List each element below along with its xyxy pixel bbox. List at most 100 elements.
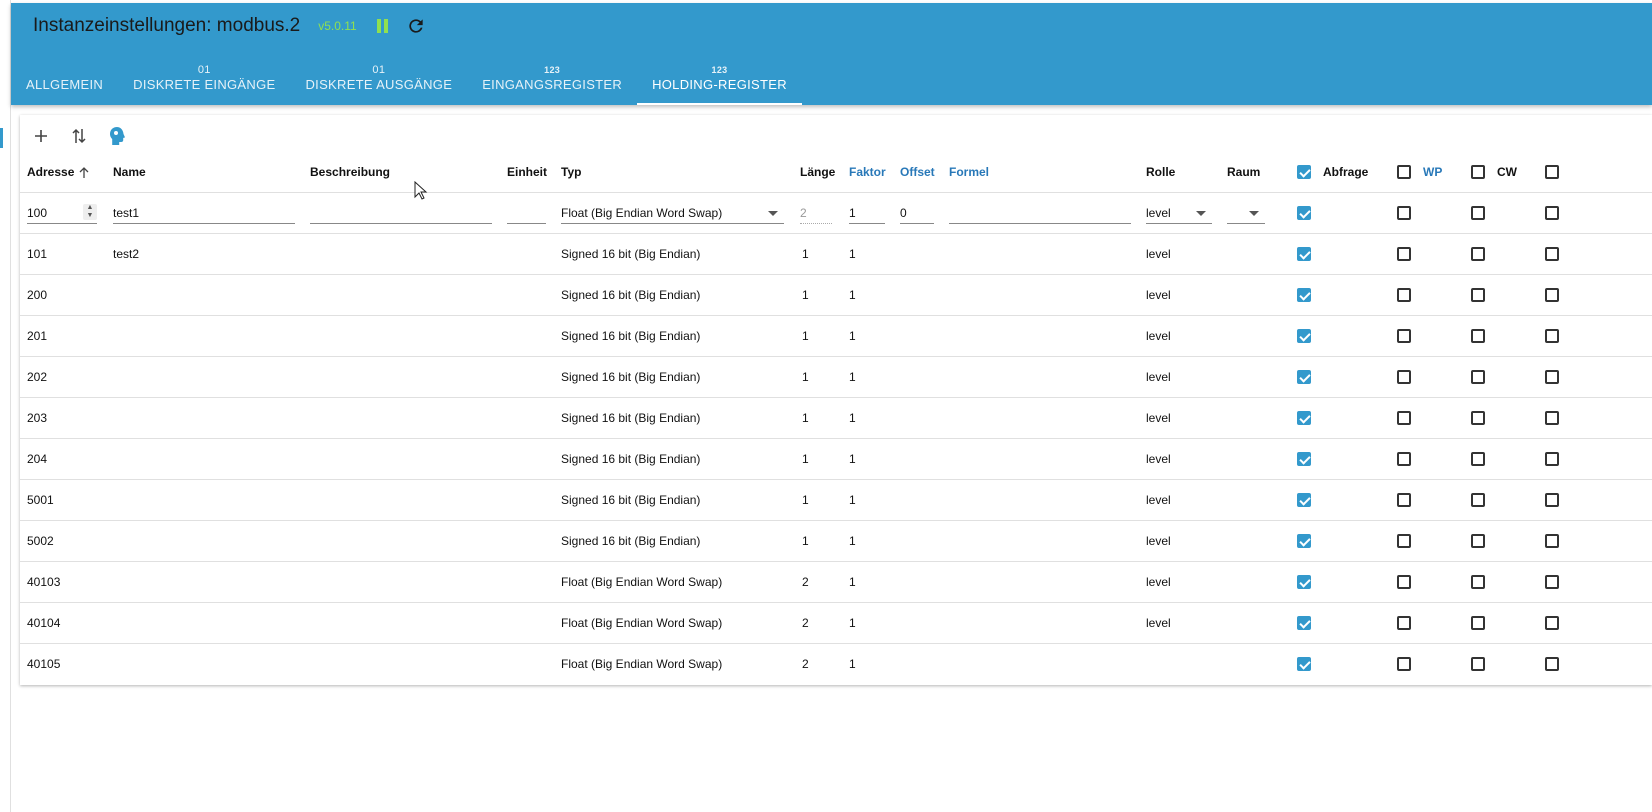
cw-all-checkbox[interactable] xyxy=(1471,165,1485,180)
extra-checkbox[interactable] xyxy=(1545,206,1559,221)
poll-checkbox[interactable] xyxy=(1297,575,1311,590)
cw-checkbox[interactable] xyxy=(1471,575,1485,590)
description-input[interactable] xyxy=(310,202,492,224)
col-unit[interactable]: Einheit xyxy=(507,152,561,193)
sort-ascending-icon[interactable] xyxy=(78,166,90,179)
tab-holding-register[interactable]: 123 HOLDING-REGISTER xyxy=(637,49,802,105)
extra-checkbox[interactable] xyxy=(1545,370,1559,385)
extra-checkbox[interactable] xyxy=(1545,411,1559,426)
length-cell: 1 xyxy=(800,520,849,562)
poll-checkbox[interactable] xyxy=(1297,329,1311,344)
table-row[interactable]: 204 Signed 16 bit (Big Endian) 1 1 level xyxy=(20,438,1652,480)
poll-checkbox[interactable] xyxy=(1297,534,1311,549)
poll-checkbox[interactable] xyxy=(1297,288,1311,303)
extra-checkbox[interactable] xyxy=(1545,247,1559,262)
formula-input[interactable] xyxy=(949,202,1131,224)
length-cell: 2 xyxy=(800,602,849,644)
tab-eingangsregister[interactable]: 123 EINGANGSREGISTER xyxy=(467,49,637,105)
poll-checkbox[interactable] xyxy=(1297,206,1311,221)
poll-checkbox[interactable] xyxy=(1297,493,1311,508)
table-row[interactable]: 40103 Float (Big Endian Word Swap) 2 1 level xyxy=(20,561,1652,603)
col-factor[interactable]: Faktor xyxy=(849,152,900,193)
col-description[interactable]: Beschreibung xyxy=(310,152,507,193)
room-select[interactable] xyxy=(1227,202,1265,224)
col-offset[interactable]: Offset xyxy=(900,152,949,193)
table-row[interactable]: 5001 Signed 16 bit (Big Endian) 1 1 level xyxy=(20,479,1652,521)
poll-checkbox[interactable] xyxy=(1297,616,1311,631)
cw-checkbox[interactable] xyxy=(1471,452,1485,467)
tab-allgemein[interactable]: ALLGEMEIN xyxy=(11,49,118,105)
table-row[interactable]: 200 Signed 16 bit (Big Endian) 1 1 level xyxy=(20,274,1652,316)
wp-checkbox[interactable] xyxy=(1397,370,1411,385)
poll-checkbox[interactable] xyxy=(1297,452,1311,467)
wp-checkbox[interactable] xyxy=(1397,288,1411,303)
wp-all-checkbox[interactable] xyxy=(1397,165,1411,180)
extra-checkbox[interactable] xyxy=(1545,534,1559,549)
poll-all-checkbox[interactable] xyxy=(1297,165,1311,180)
tab-diskrete-ausgänge[interactable]: 01 DISKRETE AUSGÄNGE xyxy=(290,49,467,105)
cw-checkbox[interactable] xyxy=(1471,534,1485,549)
cw-checkbox[interactable] xyxy=(1471,288,1485,303)
extra-checkbox[interactable] xyxy=(1545,288,1559,303)
table-row[interactable]: 203 Signed 16 bit (Big Endian) 1 1 level xyxy=(20,397,1652,439)
cw-checkbox[interactable] xyxy=(1471,411,1485,426)
col-address[interactable]: Adresse xyxy=(20,152,113,193)
extra-checkbox[interactable] xyxy=(1545,575,1559,590)
table-row[interactable]: 40104 Float (Big Endian Word Swap) 2 1 level xyxy=(20,602,1652,644)
refresh-icon[interactable] xyxy=(406,16,426,36)
col-role[interactable]: Rolle xyxy=(1146,152,1227,193)
extra-checkbox[interactable] xyxy=(1545,657,1559,672)
col-name[interactable]: Name xyxy=(113,152,310,193)
address-value: 100 xyxy=(27,206,48,220)
extra-checkbox[interactable] xyxy=(1545,616,1559,631)
table-row[interactable]: 202 Signed 16 bit (Big Endian) 1 1 level xyxy=(20,356,1652,398)
table-row[interactable]: 5002 Signed 16 bit (Big Endian) 1 1 level xyxy=(20,520,1652,562)
col-length[interactable]: Länge xyxy=(800,152,849,193)
cw-checkbox[interactable] xyxy=(1471,370,1485,385)
poll-checkbox[interactable] xyxy=(1297,370,1311,385)
cw-checkbox[interactable] xyxy=(1471,206,1485,221)
wp-checkbox[interactable] xyxy=(1397,206,1411,221)
poll-checkbox[interactable] xyxy=(1297,247,1311,262)
cw-checkbox[interactable] xyxy=(1471,657,1485,672)
tab-diskrete-eingänge[interactable]: 01 DISKRETE EINGÄNGE xyxy=(118,49,290,105)
poll-checkbox[interactable] xyxy=(1297,657,1311,672)
wp-checkbox[interactable] xyxy=(1397,575,1411,590)
wp-checkbox[interactable] xyxy=(1397,493,1411,508)
extra-all-checkbox[interactable] xyxy=(1545,165,1559,180)
wp-checkbox[interactable] xyxy=(1397,452,1411,467)
stepper-icon[interactable]: ▲ ▼ xyxy=(83,204,97,220)
factor-input[interactable]: 1 xyxy=(849,202,885,224)
name-input[interactable]: test1 xyxy=(113,202,295,224)
wp-checkbox[interactable] xyxy=(1397,534,1411,549)
wp-checkbox[interactable] xyxy=(1397,329,1411,344)
extra-checkbox[interactable] xyxy=(1545,493,1559,508)
add-button[interactable] xyxy=(28,123,54,149)
import-export-button[interactable] xyxy=(66,123,92,149)
type-select[interactable]: Float (Big Endian Word Swap) xyxy=(561,202,784,224)
col-formula[interactable]: Formel xyxy=(949,152,1146,193)
wp-checkbox[interactable] xyxy=(1397,247,1411,262)
wp-checkbox[interactable] xyxy=(1397,616,1411,631)
pause-icon[interactable] xyxy=(376,19,388,33)
role-select[interactable]: level xyxy=(1146,202,1212,224)
cw-checkbox[interactable] xyxy=(1471,493,1485,508)
ai-head-button[interactable] xyxy=(104,123,130,149)
poll-checkbox[interactable] xyxy=(1297,411,1311,426)
extra-checkbox[interactable] xyxy=(1545,452,1559,467)
cw-checkbox[interactable] xyxy=(1471,329,1485,344)
table-row[interactable]: 101 test2 Signed 16 bit (Big Endian) 1 1 leve… xyxy=(20,233,1652,275)
offset-input[interactable]: 0 xyxy=(900,202,934,224)
cw-checkbox[interactable] xyxy=(1471,247,1485,262)
wp-checkbox[interactable] xyxy=(1397,411,1411,426)
cw-checkbox[interactable] xyxy=(1471,616,1485,631)
col-room[interactable]: Raum xyxy=(1227,152,1297,193)
address-input[interactable]: 100 ▲ ▼ xyxy=(27,202,97,224)
col-type[interactable]: Typ xyxy=(561,152,800,193)
wp-checkbox[interactable] xyxy=(1397,657,1411,672)
table-row[interactable]: 201 Signed 16 bit (Big Endian) 1 1 level xyxy=(20,315,1652,357)
extra-checkbox[interactable] xyxy=(1545,329,1559,344)
table-row[interactable]: 40105 Float (Big Endian Word Swap) 2 1 xyxy=(20,643,1652,684)
formula-cell xyxy=(949,274,1146,316)
unit-input[interactable] xyxy=(507,202,546,224)
